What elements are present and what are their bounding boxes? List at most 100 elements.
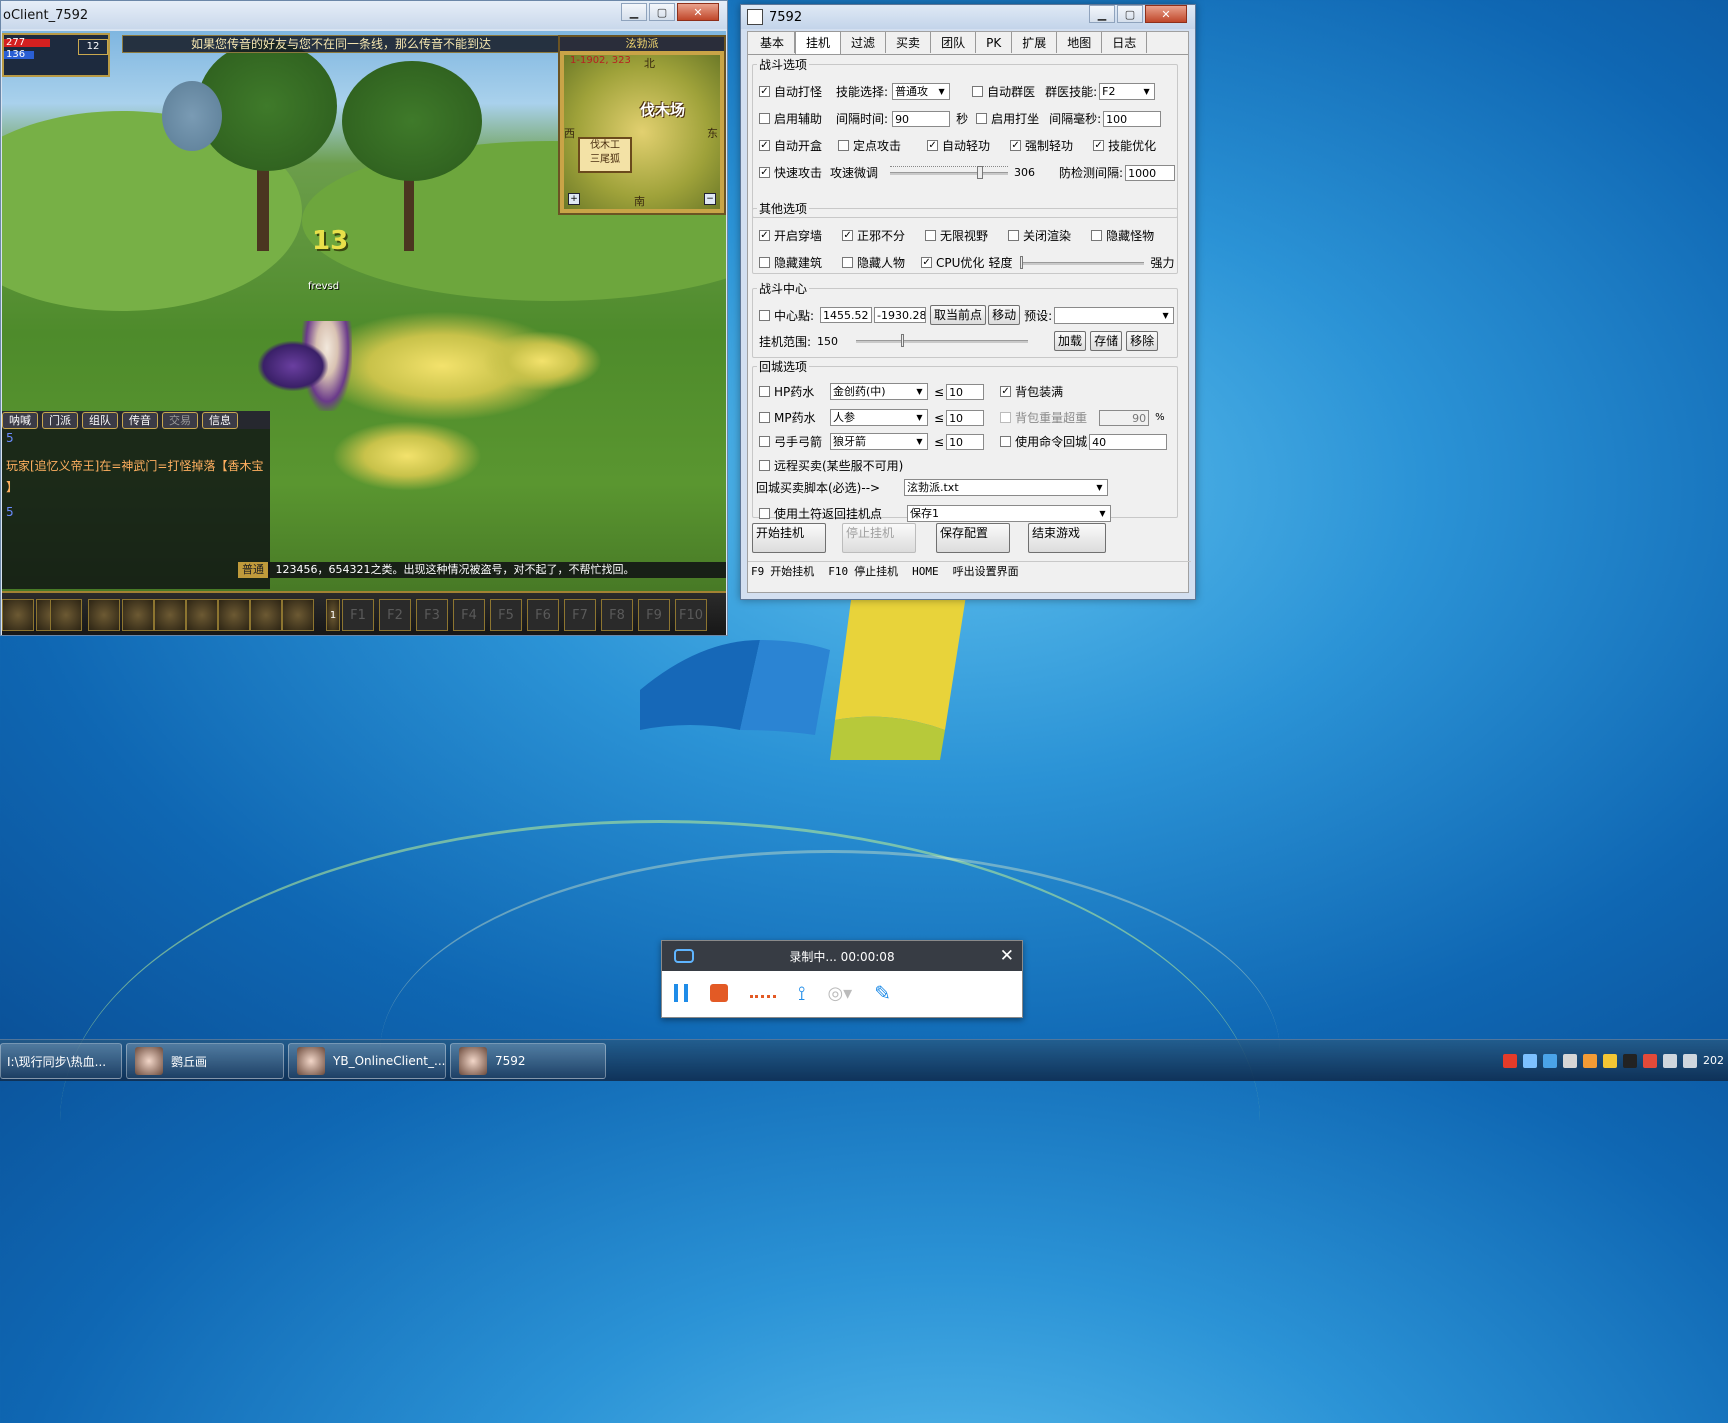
app-tray-icon[interactable] bbox=[1563, 1053, 1577, 1068]
ime-icon[interactable] bbox=[1503, 1053, 1517, 1068]
tab-map[interactable]: 地图 bbox=[1057, 32, 1103, 53]
minimize-button[interactable]: ▁ bbox=[1089, 5, 1115, 23]
group-heal-skill-dropdown[interactable]: F2 ▼ bbox=[1099, 83, 1156, 100]
enable-assist-checkbox[interactable] bbox=[759, 113, 770, 124]
tab-log[interactable]: 日志 bbox=[1102, 32, 1148, 53]
minimize-button[interactable]: ▁ bbox=[621, 3, 647, 21]
anti-detect-input[interactable]: 1000 bbox=[1125, 164, 1176, 181]
webcam-icon[interactable]: ◎▾ bbox=[827, 983, 852, 1004]
hide-players-checkbox[interactable] bbox=[842, 257, 854, 268]
hp-threshold-input[interactable]: 10 bbox=[946, 383, 985, 400]
item-slot[interactable] bbox=[186, 599, 218, 631]
close-icon[interactable]: ✕ bbox=[1000, 946, 1014, 966]
load-button[interactable]: 加载 bbox=[1054, 331, 1087, 351]
stop-icon[interactable] bbox=[710, 984, 728, 1002]
center-x-input[interactable]: 1455.52 bbox=[820, 307, 873, 323]
app-tray-icon[interactable] bbox=[1583, 1053, 1597, 1068]
bag-full-checkbox[interactable]: ✓ bbox=[1000, 386, 1012, 397]
item-slot[interactable] bbox=[218, 599, 250, 631]
unlimited-view-checkbox[interactable] bbox=[925, 230, 937, 241]
bottom-chat-input[interactable]: 普通 123456，654321之类。出现这种情况被盗号，对不起了，不帮忙找回。 bbox=[238, 562, 726, 578]
hp-potion-checkbox[interactable] bbox=[759, 386, 770, 397]
taskbar-item-profile[interactable]: 鹦丘画 bbox=[126, 1043, 284, 1079]
item-slot[interactable] bbox=[2, 599, 34, 631]
no-faction-checkbox[interactable]: ✓ bbox=[842, 230, 854, 241]
chat-tab-sect[interactable]: 门派 bbox=[42, 411, 78, 429]
camera-icon[interactable] bbox=[1543, 1053, 1557, 1068]
maximize-button[interactable]: ▢ bbox=[649, 3, 675, 21]
chat-tab-whisper[interactable]: 传音 bbox=[122, 411, 158, 429]
save-config-button[interactable]: 保存配置 bbox=[936, 523, 1010, 553]
cancel-point-button[interactable]: 取当前点 bbox=[930, 305, 987, 325]
cpu-level-slider[interactable] bbox=[1020, 255, 1145, 270]
recorder-header[interactable]: 录制中... 00:00:08 ✕ bbox=[662, 941, 1022, 971]
center-y-input[interactable]: -1930.28 bbox=[874, 307, 927, 323]
move-button[interactable]: 移动 bbox=[988, 305, 1021, 325]
start-autohunt-button[interactable]: 开始挂机 bbox=[752, 523, 826, 553]
mp-potion-checkbox[interactable] bbox=[759, 412, 770, 423]
auto-attack-checkbox[interactable]: ✓ bbox=[759, 86, 770, 97]
range-slider[interactable] bbox=[856, 334, 1029, 348]
zoom-in-icon[interactable]: + bbox=[568, 193, 580, 205]
skill-page-number[interactable]: 1 bbox=[326, 599, 340, 631]
minimap[interactable]: 泫勃派 1-1902, 323 北 西 东 南 伐木场 伐木工 三尾狐 + − bbox=[558, 35, 726, 215]
pause-icon[interactable] bbox=[674, 984, 688, 1002]
hotkey-slot-f3[interactable]: F3 bbox=[416, 599, 448, 631]
item-slot[interactable] bbox=[88, 599, 120, 631]
game-scene[interactable]: 277 136 12 如果您传音的好友与您不在同一条线，那么传音不能到达 泫勃派… bbox=[2, 31, 726, 635]
zoom-out-icon[interactable]: − bbox=[704, 193, 716, 205]
item-slot[interactable] bbox=[250, 599, 282, 631]
hide-monsters-checkbox[interactable] bbox=[1091, 230, 1103, 241]
tab-filter[interactable]: 过滤 bbox=[841, 32, 887, 53]
center-point-checkbox[interactable] bbox=[759, 309, 770, 321]
item-slot[interactable] bbox=[50, 599, 82, 631]
tab-basic[interactable]: 基本 bbox=[750, 32, 796, 53]
minimap-area[interactable]: 1-1902, 323 北 西 东 南 伐木场 伐木工 三尾狐 + − bbox=[564, 55, 720, 209]
fixed-attack-checkbox[interactable] bbox=[838, 140, 850, 151]
taskbar-item-explorer[interactable]: I:\现行同步\热血... bbox=[0, 1043, 122, 1079]
preset-dropdown[interactable]: ▼ bbox=[1054, 306, 1175, 324]
cpu-level-thumb[interactable] bbox=[1020, 255, 1024, 269]
force-qinggong-checkbox[interactable]: ✓ bbox=[1010, 140, 1022, 151]
enable-meditate-checkbox[interactable] bbox=[976, 113, 988, 124]
chat-channel-button[interactable]: 普通 bbox=[238, 562, 268, 578]
mp-potion-dropdown[interactable]: 人参 ▼ bbox=[830, 409, 928, 426]
attack-speed-slider[interactable] bbox=[890, 165, 1009, 180]
chat-tab-info[interactable]: 信息 bbox=[202, 411, 238, 429]
save-preset-button[interactable]: 存储 bbox=[1090, 331, 1123, 351]
hotkey-slot-f7[interactable]: F7 bbox=[564, 599, 596, 631]
network-icon[interactable] bbox=[1663, 1053, 1677, 1068]
tab-extend[interactable]: 扩展 bbox=[1012, 32, 1058, 53]
skill-optimize-checkbox[interactable]: ✓ bbox=[1093, 140, 1105, 151]
item-slot[interactable] bbox=[154, 599, 186, 631]
tab-autohunt[interactable]: 挂机 bbox=[795, 31, 842, 54]
chat-icon[interactable] bbox=[1523, 1053, 1537, 1068]
volume-icon[interactable] bbox=[1683, 1053, 1697, 1068]
hotkey-slot-f8[interactable]: F8 bbox=[601, 599, 633, 631]
hp-potion-dropdown[interactable]: 金创药(中) ▼ bbox=[830, 383, 928, 400]
qq-icon[interactable] bbox=[1623, 1053, 1637, 1068]
arrows-dropdown[interactable]: 狼牙箭 ▼ bbox=[830, 433, 928, 450]
pause-icon[interactable] bbox=[1603, 1053, 1617, 1068]
hotkey-slot-f6[interactable]: F6 bbox=[527, 599, 559, 631]
tab-pk[interactable]: PK bbox=[976, 32, 1013, 53]
hotkey-slot-f4[interactable]: F4 bbox=[453, 599, 485, 631]
taskbar-item-game-client[interactable]: YB_OnlineClient_... bbox=[288, 1043, 446, 1079]
close-button[interactable]: ✕ bbox=[1145, 5, 1187, 23]
wall-pass-checkbox[interactable]: ✓ bbox=[759, 230, 770, 241]
skill-select-dropdown[interactable]: 普通攻 ▼ bbox=[892, 83, 951, 100]
cmd-input[interactable]: 40 bbox=[1089, 433, 1168, 450]
audio-level-icon[interactable] bbox=[750, 994, 776, 1002]
hide-buildings-checkbox[interactable] bbox=[759, 257, 770, 268]
taskbar-item-bot[interactable]: 7592 bbox=[450, 1043, 606, 1079]
maximize-button[interactable]: ▢ bbox=[1117, 5, 1143, 23]
hotkey-slot-f2[interactable]: F2 bbox=[379, 599, 411, 631]
arrows-threshold-input[interactable]: 10 bbox=[946, 433, 985, 450]
tab-team[interactable]: 团队 bbox=[931, 32, 977, 53]
tab-trade[interactable]: 买卖 bbox=[886, 32, 932, 53]
range-thumb[interactable] bbox=[900, 334, 904, 347]
monster-wolf[interactable] bbox=[258, 341, 328, 391]
auto-group-heal-checkbox[interactable] bbox=[972, 86, 984, 97]
cpu-optimize-checkbox[interactable]: ✓ bbox=[921, 257, 933, 268]
remote-trade-checkbox[interactable] bbox=[759, 460, 770, 471]
